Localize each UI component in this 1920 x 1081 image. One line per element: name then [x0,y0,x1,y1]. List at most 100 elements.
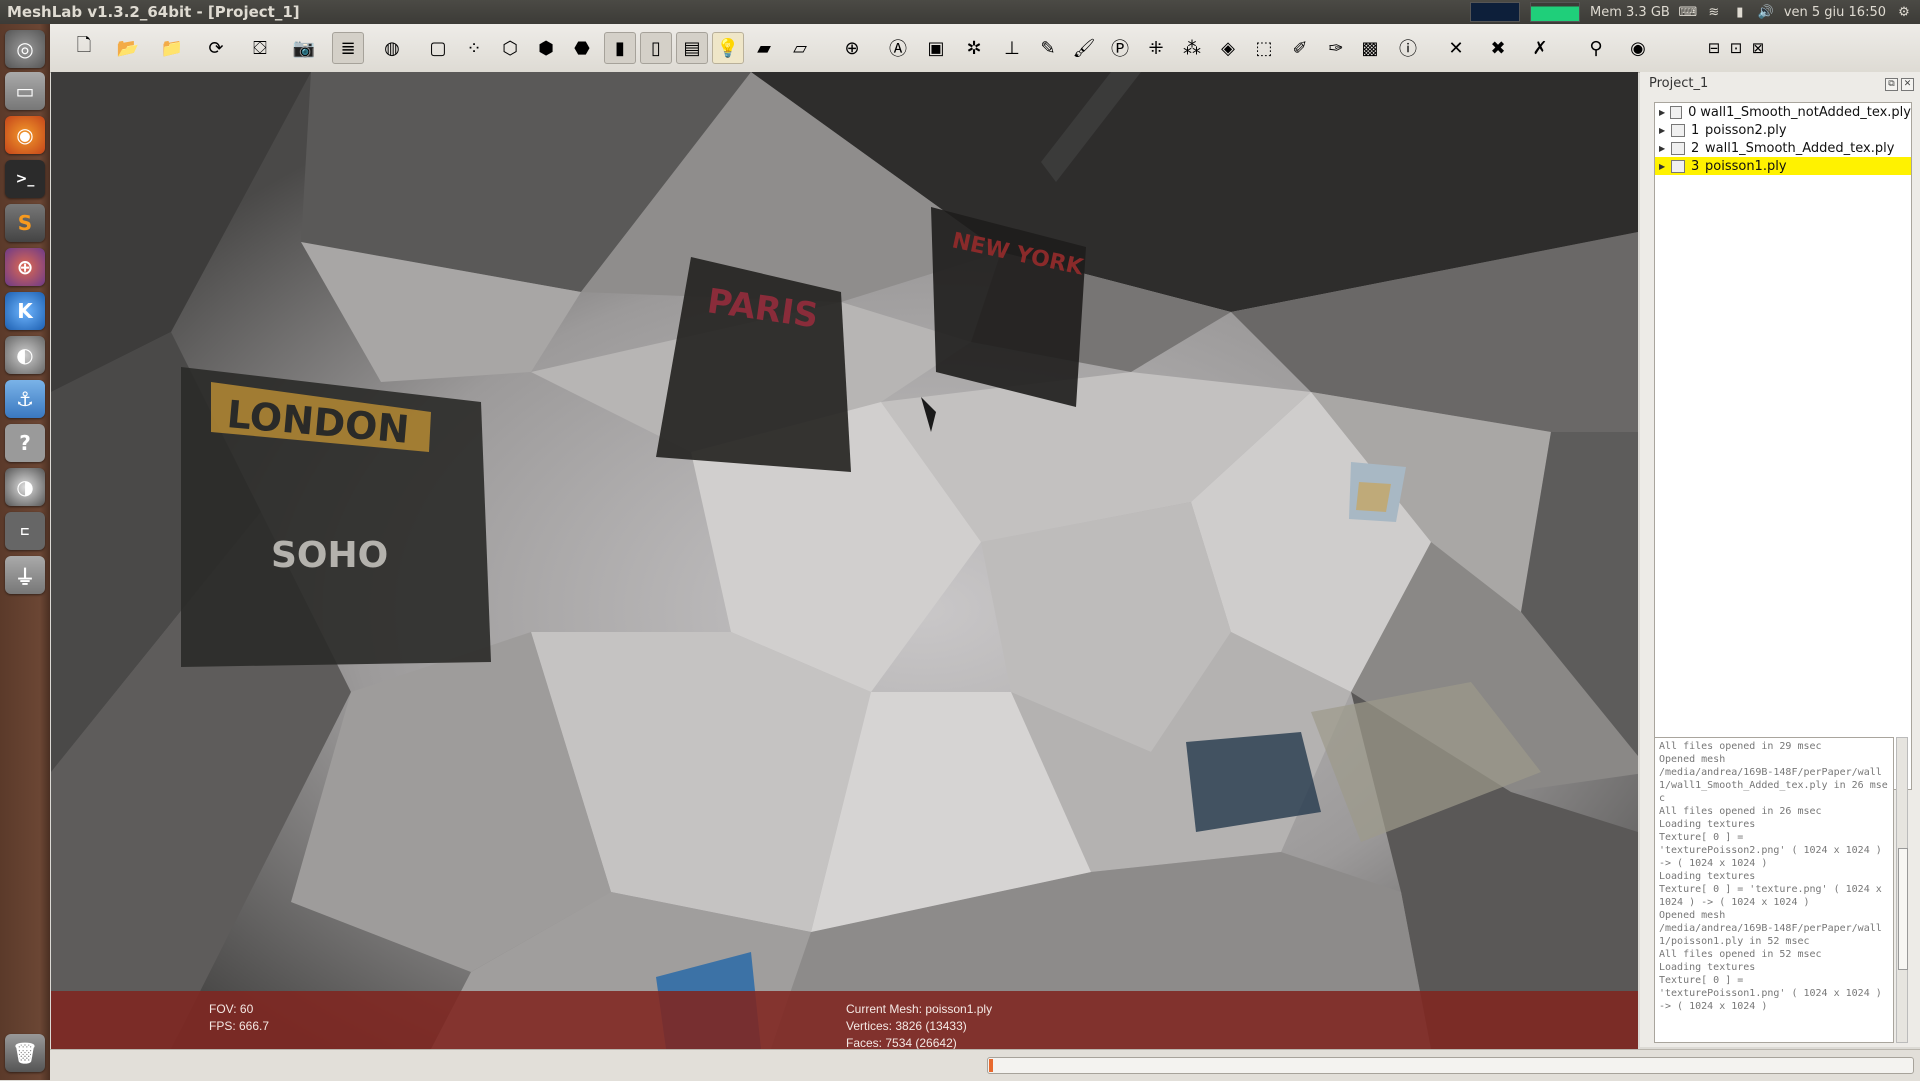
layer-list: ▶ 0 wall1_Smooth_notAdded_tex.ply ▶ 1 poisson… [1654,102,1912,790]
trash-icon[interactable]: 🗑 [5,1034,45,1072]
snapshot-icon[interactable]: 📷 [288,32,320,64]
keyboard-icon[interactable]: ⌨ [1678,4,1697,20]
expand-arrow-icon[interactable]: ▶ [1659,162,1669,171]
color-icon[interactable]: ◈ [1212,32,1244,64]
layer-row[interactable]: ▶ 3 poisson1.ply [1655,157,1911,175]
flat-icon[interactable]: ▮ [604,32,636,64]
sphere-icon[interactable]: ✲ [958,32,990,64]
visibility-eye-icon[interactable] [1671,141,1685,155]
wireframe-icon[interactable]: ⬡ [494,32,526,64]
delete-all-icon[interactable]: ✗ [1524,32,1556,64]
volume-icon[interactable]: 🔊 [1758,4,1774,20]
search-icon[interactable]: ⚲ [1580,32,1612,64]
window-titlebar: MeshLab v1.3.2_64bit - [Project_1] Mem 3… [0,0,1920,24]
select-faces-icon[interactable]: ⁂ [1176,32,1208,64]
expand-arrow-icon[interactable]: ▶ [1659,144,1669,153]
app-icon-7[interactable]: ◐ [5,336,45,374]
open-project-icon[interactable]: 📂 [112,32,144,64]
usb-drive-icon[interactable]: ⏚ [5,556,45,594]
backface-icon[interactable]: ▱ [784,32,816,64]
annotation-icon[interactable]: Ⓐ [882,32,914,64]
layer-name: poisson2.ply [1705,122,1787,138]
main-toolbar: 🗋 📂 📁 ⟳ ⛋ 📷 ≣ ◍ ▢ ⁘ ⬡ ⬢ ⬣ ▮ ▯ ▤ 💡 ▰ ▱ ⊕ Ⓐ ▣ ✲ ⊥ ✎ 🖌 Ⓟ ⁜ ⁂ ◈ ⬚ ✐ ✑ ▩ ⓘ ✕ ✖ ✗ ⚲ ◉… [50,24,1920,73]
window-title: MeshLab v1.3.2_64bit - [Project_1] [7,3,300,21]
import-mesh-icon[interactable]: 📁 [156,32,188,64]
gear-icon[interactable]: ⚙ [1896,4,1912,20]
status-bar [50,1049,1920,1081]
texture-icon[interactable]: ▤ [676,32,708,64]
3d-viewport[interactable]: LONDON SOHO PARIS NEW YORK FOV: 60 FPS: … [51,72,1638,1049]
points-icon[interactable]: ⁘ [458,32,490,64]
eye-icon[interactable]: ◉ [1622,32,1654,64]
mesh-render: LONDON SOHO PARIS NEW YORK [51,72,1638,1049]
align-icon[interactable]: ⊥ [996,32,1028,64]
layer-row[interactable]: ▶ 1 poisson2.ply [1655,121,1911,139]
pick-points-icon[interactable]: Ⓟ [1104,32,1136,64]
select-rect-icon[interactable]: ⬚ [1248,32,1280,64]
hidden-lines-icon[interactable]: ⬢ [530,32,562,64]
terminal-icon[interactable]: >_ [5,160,45,198]
dash-home-icon[interactable]: ◎ [5,30,45,68]
axis-icon[interactable]: ⊕ [836,32,868,64]
help-icon[interactable]: ? [5,424,45,462]
export-mesh-icon[interactable]: ⛋ [244,32,276,64]
viewport-info-bar: FOV: 60 FPS: 666.7 Current Mesh: poisson… [51,991,1638,1049]
expand-arrow-icon[interactable]: ▶ [1659,126,1669,135]
minimize-icon[interactable]: ⊟ [1705,32,1723,64]
close-panel-icon[interactable]: ✕ [1901,78,1914,91]
layer-name: poisson1.ply [1705,158,1787,174]
raster-icon[interactable]: ▣ [920,32,952,64]
layer-index: 2 [1691,140,1700,156]
app-icon-11[interactable]: ⊏ [5,512,45,550]
log-scroll-thumb[interactable] [1898,848,1908,970]
progress-fill [989,1059,993,1072]
measure-icon[interactable]: ✎ [1032,32,1064,64]
visibility-eye-icon[interactable] [1669,105,1683,119]
log-scrollbar[interactable] [1896,737,1908,1043]
visibility-eye-icon[interactable] [1671,123,1685,137]
sublime-text-icon[interactable]: S [5,204,45,242]
layer-row[interactable]: ▶ 0 wall1_Smooth_notAdded_tex.ply [1655,103,1911,121]
fps-label: FPS: 666.7 [209,1019,270,1033]
layer-dialog: Project_1 ⧉ ✕ ▶ 0 wall1_Smooth_notAdded_te… [1640,72,1920,1047]
smooth-icon[interactable]: ▯ [640,32,672,64]
progress-bar [987,1057,1914,1074]
new-project-icon[interactable]: 🗋 [68,32,100,64]
wifi-icon[interactable]: ≋ [1706,4,1722,20]
postcard [1349,462,1406,522]
restore-icon[interactable]: ⊡ [1727,32,1745,64]
bbox-icon[interactable]: ▢ [422,32,454,64]
cpu-graph [1470,2,1521,22]
app-icon-5[interactable]: ⊕ [5,248,45,286]
app-icon-6[interactable]: K [5,292,45,330]
edit2-icon[interactable]: ✑ [1320,32,1352,64]
layer-index: 0 [1688,104,1697,120]
eye-app-icon[interactable]: ◑ [5,468,45,506]
flat-lines-icon[interactable]: ⬣ [566,32,598,64]
svg-text:SOHO: SOHO [271,535,388,576]
expand-arrow-icon[interactable]: ▶ [1659,108,1668,117]
battery-icon[interactable]: ▮ [1732,4,1748,20]
visibility-eye-icon[interactable] [1671,159,1685,173]
app-icon-8[interactable]: ⚓ [5,380,45,418]
info-icon[interactable]: ⓘ [1392,32,1424,64]
mem-graph [1530,2,1581,22]
paint-icon[interactable]: 🖌 [1068,32,1100,64]
close-icon[interactable]: ⊠ [1749,32,1767,64]
files-icon[interactable]: ▭ [5,72,45,110]
delete-vertices-icon[interactable]: ✕ [1440,32,1472,64]
double-side-icon[interactable]: ▰ [748,32,780,64]
clock[interactable]: ven 5 giu 16:50 [1784,5,1886,20]
reload-icon[interactable]: ⟳ [200,32,232,64]
mem-indicator[interactable]: Mem 3.3 GB [1590,5,1670,20]
layer-row[interactable]: ▶ 2 wall1_Smooth_Added_tex.ply [1655,139,1911,157]
delete-faces-icon[interactable]: ✖ [1482,32,1514,64]
edit-icon[interactable]: ✐ [1284,32,1316,64]
light-icon[interactable]: 💡 [712,32,744,64]
float-panel-icon[interactable]: ⧉ [1885,78,1898,91]
layers-icon[interactable]: ≣ [332,32,364,64]
firefox-icon[interactable]: ◉ [5,116,45,154]
landscape-icon[interactable]: ▩ [1354,32,1386,64]
select-vertices-icon[interactable]: ⁜ [1140,32,1172,64]
trackball-icon[interactable]: ◍ [376,32,408,64]
